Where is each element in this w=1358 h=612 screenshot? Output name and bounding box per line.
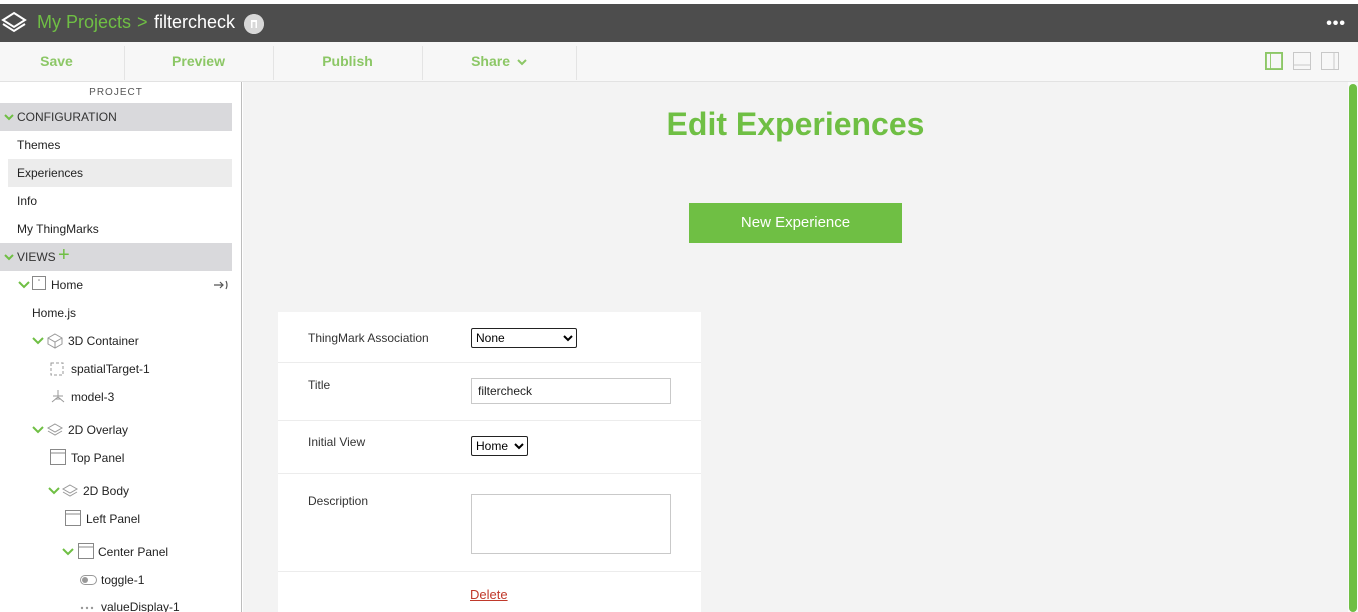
- model-icon: [51, 390, 65, 403]
- share-label: Share: [471, 53, 511, 69]
- chevron-down-icon: [32, 426, 44, 434]
- spatial-target-icon: [50, 362, 64, 376]
- tree-label-top-panel: Top Panel: [71, 451, 125, 465]
- delete-link[interactable]: Delete: [470, 587, 508, 602]
- page-title: Edit Experiences: [666, 106, 925, 142]
- left-panel-layout-icon[interactable]: [1265, 52, 1283, 70]
- tree-label-value-display: valueDisplay-1: [101, 600, 180, 612]
- tree-label-left-panel: Left Panel: [86, 512, 141, 526]
- title-row: Title: [278, 363, 701, 421]
- thingmark-row: ThingMark Association None: [278, 312, 701, 363]
- title-label: Title: [308, 378, 331, 392]
- thingmark-label: ThingMark Association: [308, 331, 429, 345]
- right-panel-layout-icon[interactable]: [1321, 52, 1339, 70]
- chevron-down-icon: [62, 548, 74, 556]
- initial-view-select[interactable]: Home: [471, 436, 528, 456]
- configuration-section-header[interactable]: CONFIGURATION: [0, 103, 232, 131]
- sidebar-item-experiences[interactable]: Experiences: [8, 159, 232, 187]
- project-info-icon[interactable]: [244, 14, 264, 34]
- breadcrumb-project-name: filtercheck: [154, 12, 236, 32]
- app-window: My Projects > filtercheck ••• Save Previ…: [0, 0, 1358, 612]
- tree-label-model: model-3: [71, 390, 115, 404]
- chevron-down-icon: [18, 281, 30, 289]
- tree-label-toggle: toggle-1: [101, 573, 145, 587]
- sidebar-scrollbar[interactable]: [232, 82, 241, 612]
- main-scrollbar[interactable]: [1348, 82, 1358, 612]
- more-menu-icon[interactable]: •••: [1326, 15, 1346, 33]
- experience-form: ThingMark Association None Title Initial…: [278, 312, 701, 612]
- collapse-arrow-icon[interactable]: [213, 280, 229, 290]
- chevron-down-icon: [4, 243, 14, 271]
- preview-button[interactable]: Preview: [124, 42, 273, 82]
- tree-label-2d-body: 2D Body: [83, 484, 130, 498]
- main-scrollbar-thumb[interactable]: [1349, 84, 1357, 612]
- toggle-icon: [80, 575, 97, 585]
- sidebar-item-themes[interactable]: Themes: [0, 131, 232, 159]
- share-button[interactable]: Share: [422, 42, 576, 82]
- title-input[interactable]: [471, 378, 671, 404]
- tree-label-center-panel: Center Panel: [98, 545, 169, 559]
- toolbar: Save Preview Publish Share: [0, 42, 1358, 82]
- cube-icon: [47, 333, 63, 349]
- chevron-down-icon: [48, 487, 60, 495]
- thingmark-select[interactable]: None: [471, 328, 577, 348]
- chevron-down-icon: [4, 103, 14, 131]
- panel-icon: [50, 449, 66, 465]
- tree-label-3d-container: 3D Container: [68, 334, 139, 348]
- toolbar-divider: [576, 46, 577, 80]
- bottom-panel-layout-icon[interactable]: [1293, 52, 1311, 70]
- layers-icon: [62, 484, 78, 497]
- description-textarea[interactable]: [471, 494, 671, 554]
- layers-icon: [47, 423, 63, 436]
- description-row: Description: [278, 474, 701, 572]
- save-button[interactable]: Save: [0, 42, 113, 82]
- project-label: PROJECT: [89, 87, 143, 98]
- initial-view-label: Initial View: [308, 435, 366, 449]
- tree-item-home-js[interactable]: Home.js: [32, 302, 76, 324]
- tree-label-home: Home: [51, 278, 84, 292]
- chevron-down-icon: [32, 337, 44, 345]
- project-sidebar: PROJECT CONFIGURATION Themes Experiences…: [0, 82, 242, 612]
- views-section-header[interactable]: VIEWS +: [0, 243, 232, 271]
- layers-logo-icon[interactable]: [0, 9, 28, 37]
- breadcrumb-separator: >: [137, 12, 148, 32]
- panel-icon: [65, 510, 81, 526]
- sidebar-item-info[interactable]: Info: [0, 187, 232, 215]
- new-experience-button[interactable]: New Experience: [689, 203, 902, 243]
- configuration-label: CONFIGURATION: [17, 110, 117, 124]
- main-content: Edit Experiences New Experience ThingMar…: [243, 82, 1348, 612]
- initial-view-row: Initial View Home: [278, 421, 701, 474]
- tree-item-home[interactable]: Home: [18, 274, 232, 296]
- description-label: Description: [308, 494, 369, 508]
- top-bar: My Projects > filtercheck •••: [0, 4, 1358, 42]
- tree-label-2d-overlay: 2D Overlay: [68, 423, 129, 437]
- value-display-icon: [80, 606, 94, 610]
- views-label: VIEWS: [17, 250, 56, 264]
- chevron-down-icon: [517, 59, 527, 66]
- publish-button[interactable]: Publish: [273, 42, 422, 82]
- view-page-icon: [32, 276, 46, 290]
- breadcrumb-my-projects[interactable]: My Projects: [37, 12, 131, 33]
- add-view-icon[interactable]: +: [58, 241, 70, 269]
- sidebar-item-my-thingmarks[interactable]: My ThingMarks: [0, 215, 232, 243]
- panel-icon: [78, 543, 94, 559]
- tree-label-spatial-target: spatialTarget-1: [71, 362, 150, 376]
